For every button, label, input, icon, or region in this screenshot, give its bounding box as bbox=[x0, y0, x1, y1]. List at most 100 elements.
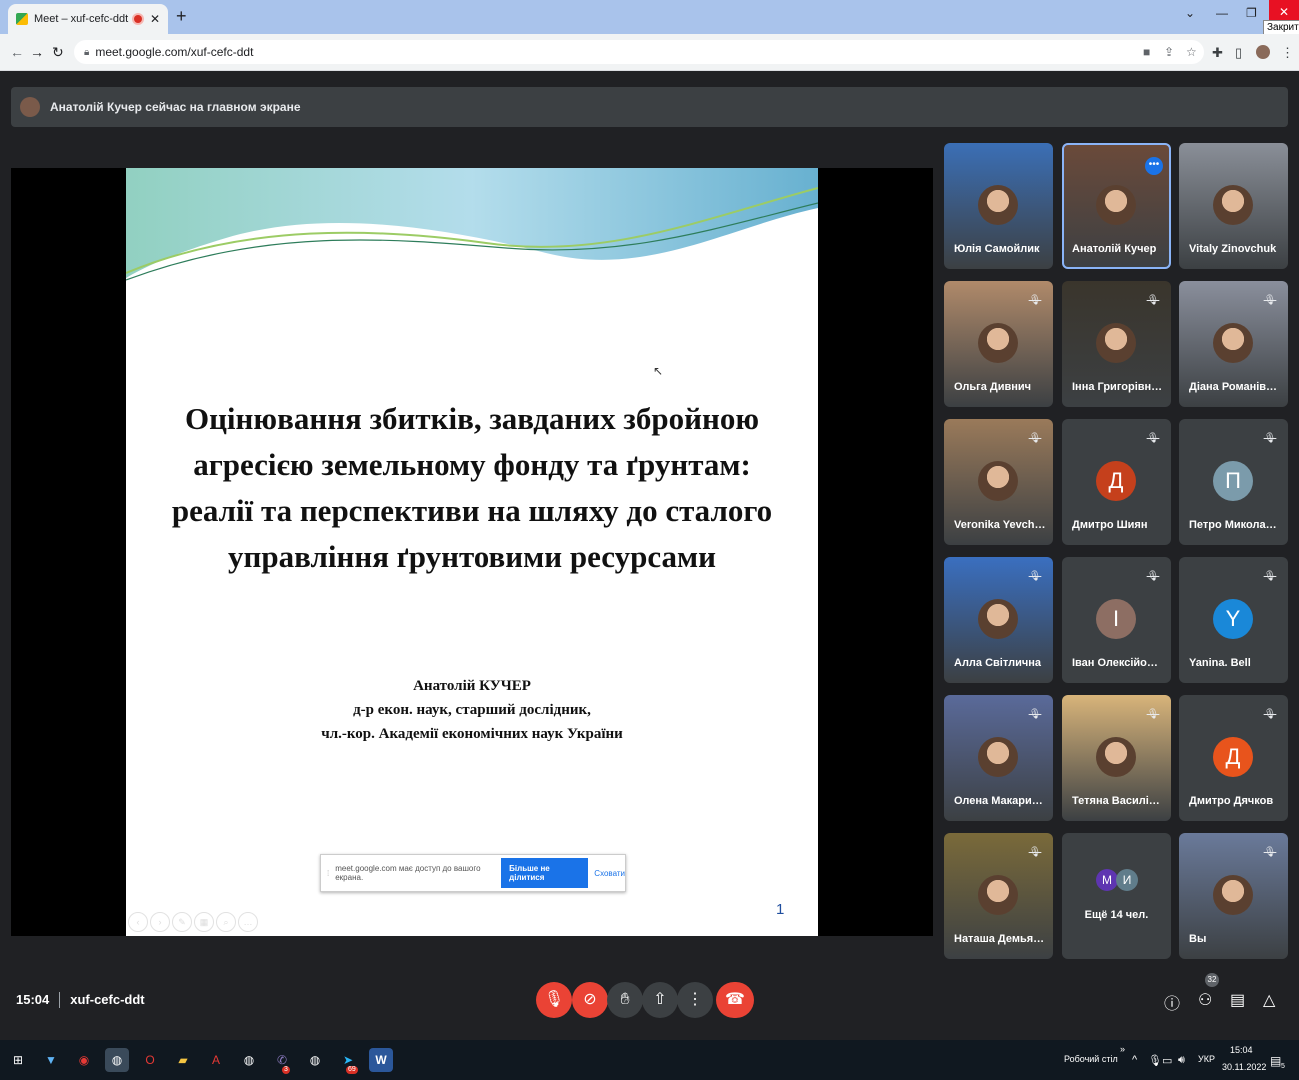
people-icon[interactable]: ⚇ bbox=[1198, 990, 1212, 1010]
participant-tile[interactable]: ••• Анатолій Кучер bbox=[1062, 143, 1171, 269]
chrome-3-icon[interactable]: ◍ bbox=[303, 1048, 327, 1072]
tab-search-icon[interactable]: ⌄ bbox=[1185, 6, 1195, 20]
mic-muted-icon: 🎙︎ bbox=[1146, 571, 1160, 582]
address-bar[interactable]: 🔒︎ meet.google.com/xuf-cefc-ddt bbox=[74, 40, 1204, 64]
acrobat-icon[interactable]: A bbox=[204, 1048, 228, 1072]
chrome-icon[interactable]: ◍ bbox=[105, 1048, 129, 1072]
participant-name: Іван Олексійович... bbox=[1072, 657, 1164, 669]
lock-icon: 🔒︎ bbox=[84, 46, 90, 58]
opera-icon[interactable]: O bbox=[138, 1048, 162, 1072]
meeting-code: xuf-cefc-ddt bbox=[70, 992, 145, 1007]
mic-off-icon: 🎙︎ bbox=[543, 991, 565, 1008]
slide-more-icon[interactable]: … bbox=[238, 912, 258, 932]
toolbar-chevron-icon[interactable]: » bbox=[1120, 1044, 1125, 1054]
mic-muted-icon: 🎙︎ bbox=[1146, 295, 1160, 306]
presenter-avatar bbox=[20, 97, 40, 117]
sidepanel-icon[interactable]: ▯ bbox=[1235, 45, 1242, 61]
info-icon[interactable]: ⓘ bbox=[1164, 990, 1180, 1014]
chrome-2-icon[interactable]: ◍ bbox=[237, 1048, 261, 1072]
stop-sharing-button[interactable]: Більше не ділитися bbox=[501, 858, 589, 888]
hide-banner-link[interactable]: Сховати bbox=[594, 869, 625, 878]
end-call-button[interactable]: ☎︎ bbox=[716, 982, 754, 1018]
tray-expand-icon[interactable]: ^ bbox=[1132, 1054, 1137, 1066]
hand-icon: ✋︎ bbox=[620, 991, 630, 1008]
new-tab-button[interactable]: + bbox=[176, 6, 187, 27]
mic-toggle-button[interactable]: 🎙︎ bbox=[536, 982, 572, 1018]
desktop-label[interactable]: Робочий стіл bbox=[1064, 1054, 1118, 1064]
tab-title: Meet – xuf-cefc-ddt bbox=[34, 13, 129, 25]
extensions-icon[interactable]: ✚ bbox=[1212, 45, 1223, 61]
participant-tile[interactable]: М И Ещё 14 чел. bbox=[1062, 833, 1171, 959]
slide-next-icon[interactable]: › bbox=[150, 912, 170, 932]
network-icon[interactable]: ▭ bbox=[1162, 1054, 1172, 1067]
browser-tab[interactable]: Meet – xuf-cefc-ddt ✕ bbox=[8, 4, 168, 34]
volume-icon[interactable]: 🔊︎ bbox=[1178, 1054, 1185, 1067]
participant-initial-avatar: Y bbox=[1213, 599, 1253, 639]
participant-tile[interactable]: 🎙︎ Олена Макаринс... bbox=[944, 695, 1053, 821]
participant-tile[interactable]: 🎙︎ Ольга Дивнич bbox=[944, 281, 1053, 407]
more-participant-avatar: И bbox=[1116, 869, 1138, 891]
language-indicator[interactable]: УКР bbox=[1198, 1054, 1215, 1064]
more-vert-icon: ⋮ bbox=[687, 991, 703, 1008]
mic-muted-icon: 🎙︎ bbox=[1028, 295, 1042, 306]
camera-toggle-button[interactable]: ⊘ bbox=[572, 982, 608, 1018]
participant-photo bbox=[1096, 323, 1136, 363]
app-icon[interactable]: ▼ bbox=[39, 1048, 63, 1072]
more-options-button[interactable]: ⋮ bbox=[677, 982, 713, 1018]
participant-tile[interactable]: П 🎙︎ Петро Миколайо... bbox=[1179, 419, 1288, 545]
windows-start-icon[interactable]: ⊞ bbox=[6, 1048, 30, 1072]
chat-icon[interactable]: ▤ bbox=[1230, 990, 1245, 1010]
participant-photo bbox=[1096, 185, 1136, 225]
slide-prev-icon[interactable]: ‹ bbox=[128, 912, 148, 932]
participant-tile[interactable]: Д 🎙︎ Дмитро Шиян bbox=[1062, 419, 1171, 545]
notifications-icon[interactable]: ▤ bbox=[1270, 1054, 1281, 1068]
profile-avatar[interactable] bbox=[1256, 45, 1270, 59]
mic-muted-icon: 🎙︎ bbox=[1263, 709, 1277, 720]
clock-date[interactable]: 30.11.2022 bbox=[1222, 1062, 1266, 1072]
participant-tile[interactable]: 🎙︎ Інна Григорівна ... bbox=[1062, 281, 1171, 407]
participant-tile[interactable]: Y 🎙︎ Yanina. Bell bbox=[1179, 557, 1288, 683]
url-text: meet.google.com/xuf-cefc-ddt bbox=[95, 45, 254, 59]
slides-grid-icon[interactable]: ▦ bbox=[194, 912, 214, 932]
microphone-tray-icon[interactable]: 🎙︎ bbox=[1148, 1054, 1162, 1067]
participant-tile[interactable]: Юлія Самойлик bbox=[944, 143, 1053, 269]
participant-tile[interactable]: І 🎙︎ Іван Олексійович... bbox=[1062, 557, 1171, 683]
participant-name: Анатолій Кучер bbox=[1072, 243, 1157, 255]
participant-tile[interactable]: 🎙︎ Діана Романівна ... bbox=[1179, 281, 1288, 407]
participant-tile[interactable]: Д 🎙︎ Дмитро Дячков bbox=[1179, 695, 1288, 821]
forward-icon[interactable]: → bbox=[30, 44, 44, 60]
pen-icon[interactable]: ✎ bbox=[172, 912, 192, 932]
participant-tile[interactable]: 🎙︎ Тетяна Василівна... bbox=[1062, 695, 1171, 821]
record-app-icon[interactable]: ◉ bbox=[72, 1048, 96, 1072]
participant-tile[interactable]: 🎙︎ Наташа Демьяне... bbox=[944, 833, 1053, 959]
word-icon[interactable]: W bbox=[369, 1048, 393, 1072]
file-explorer-icon[interactable]: ▰ bbox=[171, 1048, 195, 1072]
clock-time[interactable]: 15:04 bbox=[1230, 1045, 1253, 1055]
share-icon[interactable]: ⇪ bbox=[1164, 45, 1174, 59]
participant-tile[interactable]: 🎙︎ Вы bbox=[1179, 833, 1288, 959]
present-button[interactable]: ⇧ bbox=[642, 982, 678, 1018]
cast-icon[interactable]: ■ bbox=[1143, 45, 1150, 59]
zoom-icon[interactable]: ⌕ bbox=[216, 912, 236, 932]
participant-name: Олена Макаринс... bbox=[954, 795, 1046, 807]
activities-icon[interactable]: △ bbox=[1263, 990, 1275, 1010]
tile-options-icon[interactable]: ••• bbox=[1145, 157, 1163, 175]
back-icon[interactable]: ← bbox=[10, 44, 24, 60]
participant-tile[interactable]: 🎙︎ Алла Світлична bbox=[944, 557, 1053, 683]
reload-icon[interactable]: ↻ bbox=[52, 44, 64, 61]
screen-share-banner: ⁞ meet.google.com має доступ до вашого е… bbox=[320, 854, 626, 892]
participant-name: Vitaly Zinovchuk bbox=[1189, 243, 1277, 255]
restore-icon[interactable]: ❐ bbox=[1246, 6, 1257, 20]
minimize-icon[interactable]: — bbox=[1216, 6, 1228, 20]
participant-photo bbox=[1096, 737, 1136, 777]
participant-initial-avatar: І bbox=[1096, 599, 1136, 639]
participant-tile[interactable]: Vitaly Zinovchuk bbox=[1179, 143, 1288, 269]
tab-close-icon[interactable]: ✕ bbox=[150, 12, 160, 26]
drag-handle-icon[interactable]: ⁞ bbox=[327, 869, 329, 878]
participant-photo bbox=[978, 323, 1018, 363]
chrome-menu-icon[interactable]: ⋮ bbox=[1281, 45, 1294, 61]
bookmark-star-icon[interactable]: ☆ bbox=[1186, 45, 1197, 59]
participant-tile[interactable]: 🎙︎ Veronika Yevchen... bbox=[944, 419, 1053, 545]
raise-hand-button[interactable]: ✋︎ bbox=[607, 982, 643, 1018]
mic-muted-icon: 🎙︎ bbox=[1028, 709, 1042, 720]
